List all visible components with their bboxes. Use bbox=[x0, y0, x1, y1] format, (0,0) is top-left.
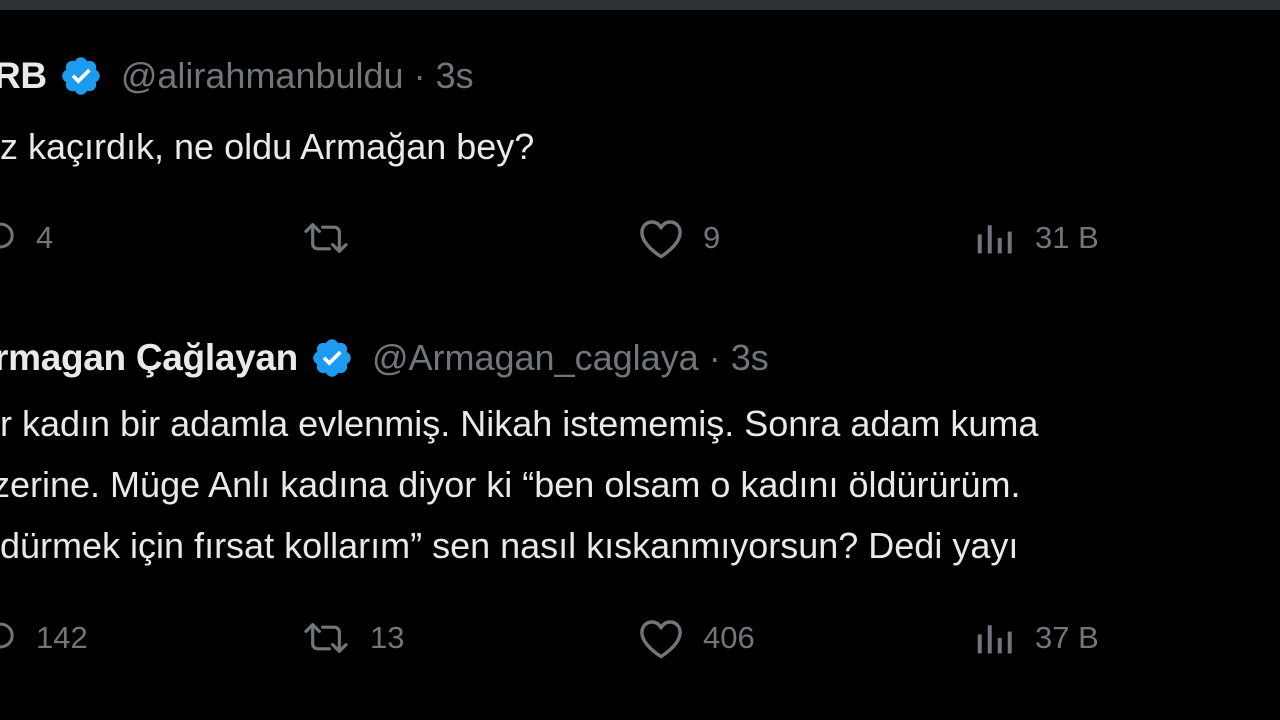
reply-icon bbox=[0, 622, 14, 649]
meta-separator: · bbox=[708, 337, 721, 378]
verified-badge-icon bbox=[313, 339, 351, 377]
views-count: 37 B bbox=[1035, 620, 1099, 655]
meta-separator: · bbox=[413, 55, 426, 96]
author-name[interactable]: RB bbox=[0, 55, 47, 97]
author-name[interactable]: rmagan Çağlayan bbox=[0, 337, 298, 379]
views-icon bbox=[977, 225, 1012, 254]
tweet-text-line: ldürmek için fırsat kollarım” sen nasıl … bbox=[0, 525, 1019, 566]
reply-count: 4 bbox=[36, 220, 54, 255]
author-handle[interactable]: @alirahmanbuldu bbox=[121, 55, 404, 97]
like-count: 9 bbox=[703, 220, 721, 255]
reply-button[interactable]: 142 bbox=[0, 610, 88, 666]
tweet-header: rmagan Çağlayan @Armagan_caglaya · 3s bbox=[0, 330, 769, 386]
tweet-actions: 4 9 31 B bbox=[0, 210, 1280, 266]
heart-icon bbox=[640, 220, 682, 259]
views-button[interactable]: 37 B bbox=[973, 610, 1099, 666]
tweet-text: iz kaçırdık, ne oldu Armağan bey? bbox=[0, 116, 534, 177]
views-button[interactable]: 31 B bbox=[973, 210, 1099, 266]
top-divider bbox=[0, 0, 1280, 10]
retweet-icon bbox=[304, 623, 348, 653]
like-button[interactable]: 9 bbox=[637, 210, 720, 266]
tweet-text: ir kadın bir adamla evlenmiş. Nikah iste… bbox=[0, 393, 1038, 576]
like-count: 406 bbox=[703, 620, 755, 655]
like-button[interactable]: 406 bbox=[637, 610, 755, 666]
retweet-button[interactable]: 13 bbox=[300, 610, 404, 666]
retweet-icon bbox=[304, 223, 348, 253]
retweet-count: 13 bbox=[370, 620, 405, 655]
tweet-text-line: iz kaçırdık, ne oldu Armağan bey? bbox=[0, 126, 535, 167]
retweet-button[interactable] bbox=[300, 210, 370, 266]
reply-count: 142 bbox=[36, 620, 88, 655]
tweet-text-line: zerine. Müge Anlı kadına diyor ki “ben o… bbox=[0, 464, 1021, 505]
heart-icon bbox=[640, 620, 682, 659]
tweet-actions: 142 13 406 37 B bbox=[0, 610, 1280, 666]
views-icon bbox=[977, 625, 1012, 654]
tweet-timestamp[interactable]: 3s bbox=[731, 337, 769, 379]
views-count: 31 B bbox=[1035, 220, 1099, 255]
reply-button[interactable]: 4 bbox=[0, 210, 53, 266]
verified-badge-icon bbox=[62, 57, 100, 95]
author-handle[interactable]: @Armagan_caglaya bbox=[372, 337, 699, 379]
tweet-timestamp[interactable]: 3s bbox=[436, 55, 474, 97]
tweet-header: RB @alirahmanbuldu · 3s bbox=[0, 48, 474, 104]
reply-icon bbox=[0, 222, 14, 249]
tweet-text-line: ir kadın bir adamla evlenmiş. Nikah iste… bbox=[0, 403, 1039, 444]
